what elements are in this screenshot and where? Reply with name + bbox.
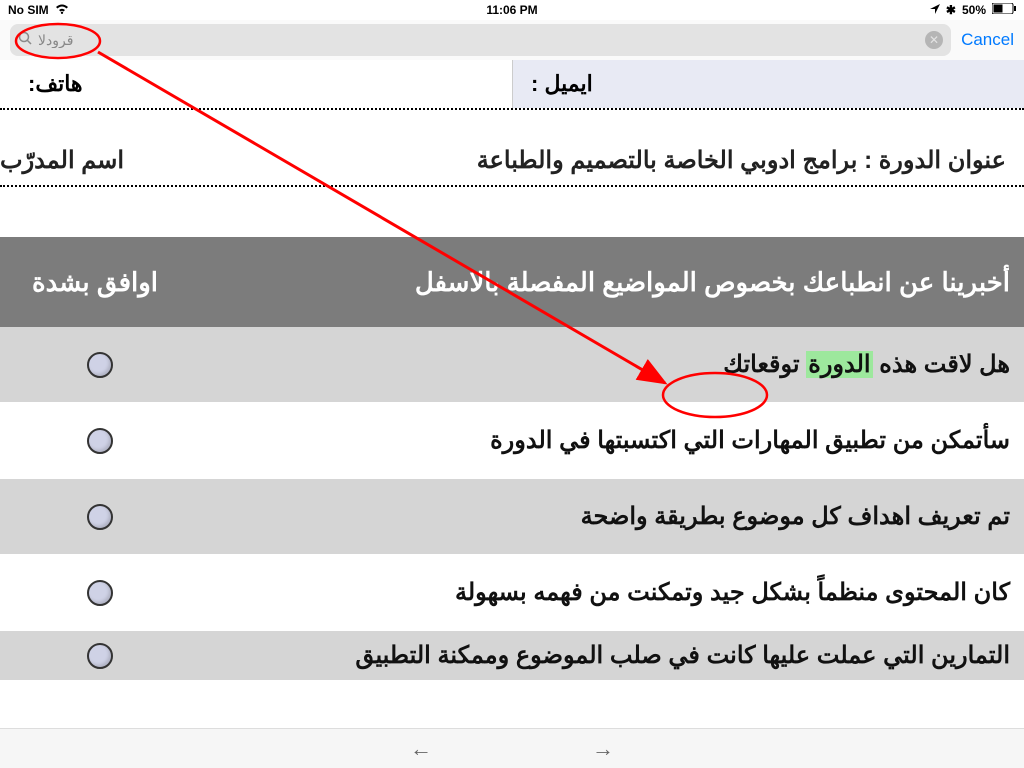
nav-back-icon[interactable]: ← [410,736,432,762]
title-line: عنوان الدورة : برامج ادوبي الخاصة بالتصم… [0,138,1024,185]
survey-q2-text: سأتمكن من تطبيق المهارات التي اكتسبتها ف… [180,426,1024,455]
survey-q2-agree[interactable] [0,428,180,454]
nav-forward-icon[interactable]: → [592,736,614,762]
survey-q1-agree[interactable] [0,352,180,378]
search-field[interactable]: ✕ [10,24,951,56]
survey-header-prompt: أخبرينا عن انطباعك بخصوص المواضيع المفصل… [180,267,1024,298]
content: هاتف: ايميل : عنوان الدورة : برامج ادوبي… [0,60,1024,681]
radio-icon [87,428,113,454]
survey-header-col-agree: اوافق بشدة [0,267,180,298]
contact-row: هاتف: ايميل : [0,60,1024,110]
search-highlight: الدورة [806,351,872,378]
survey-q4-text: كان المحتوى منظماً بشكل جيد وتمكنت من فه… [180,578,1024,607]
survey-row-2: سأتمكن من تطبيق المهارات التي اكتسبتها ف… [0,403,1024,479]
email-cell: ايميل : [512,60,1024,108]
status-bar: No SIM 11:06 PM ✱ 50% [0,0,1024,20]
carrier-text: No SIM [8,3,49,17]
course-title: عنوان الدورة : برامج ادوبي الخاصة بالتصم… [477,146,1006,175]
radio-icon [87,643,113,669]
wifi-icon [55,3,69,17]
title-section: عنوان الدورة : برامج ادوبي الخاصة بالتصم… [0,138,1024,187]
battery-text: 50% [962,3,986,17]
bluetooth-icon: ✱ [946,3,956,17]
search-icon [18,31,32,50]
survey-row-1: هل لاقت هذه الدورة توقعاتك [0,327,1024,403]
phone-label: هاتف: [28,71,83,97]
status-time: 11:06 PM [486,3,537,17]
radio-icon [87,352,113,378]
cancel-button[interactable]: Cancel [961,30,1014,50]
location-icon [930,3,940,17]
status-right: ✱ 50% [930,3,1016,17]
search-input[interactable] [38,32,919,48]
nav-bar: ← → [0,728,1024,768]
phone-cell: هاتف: [0,60,512,108]
survey-q4-agree[interactable] [0,580,180,606]
radio-icon [87,580,113,606]
clear-icon[interactable]: ✕ [925,31,943,49]
status-left: No SIM [8,3,69,17]
search-row: ✕ Cancel [0,20,1024,60]
survey-q5-agree[interactable] [0,643,180,669]
survey-q3-agree[interactable] [0,504,180,530]
survey-row-3: تم تعريف اهداف كل موضوع بطريقة واضحة [0,479,1024,555]
survey-row-5: التمارين التي عملت عليها كانت في صلب الم… [0,631,1024,681]
survey-q5-text: التمارين التي عملت عليها كانت في صلب الم… [180,641,1024,670]
survey-q3-text: تم تعريف اهداف كل موضوع بطريقة واضحة [180,502,1024,531]
trainer-label: اسم المدرّب [0,146,124,175]
battery-icon [992,3,1016,17]
radio-icon [87,504,113,530]
survey-header: أخبرينا عن انطباعك بخصوص المواضيع المفصل… [0,237,1024,327]
email-label: ايميل : [531,71,593,97]
survey-q1-text: هل لاقت هذه الدورة توقعاتك [180,350,1024,379]
survey-row-4: كان المحتوى منظماً بشكل جيد وتمكنت من فه… [0,555,1024,631]
